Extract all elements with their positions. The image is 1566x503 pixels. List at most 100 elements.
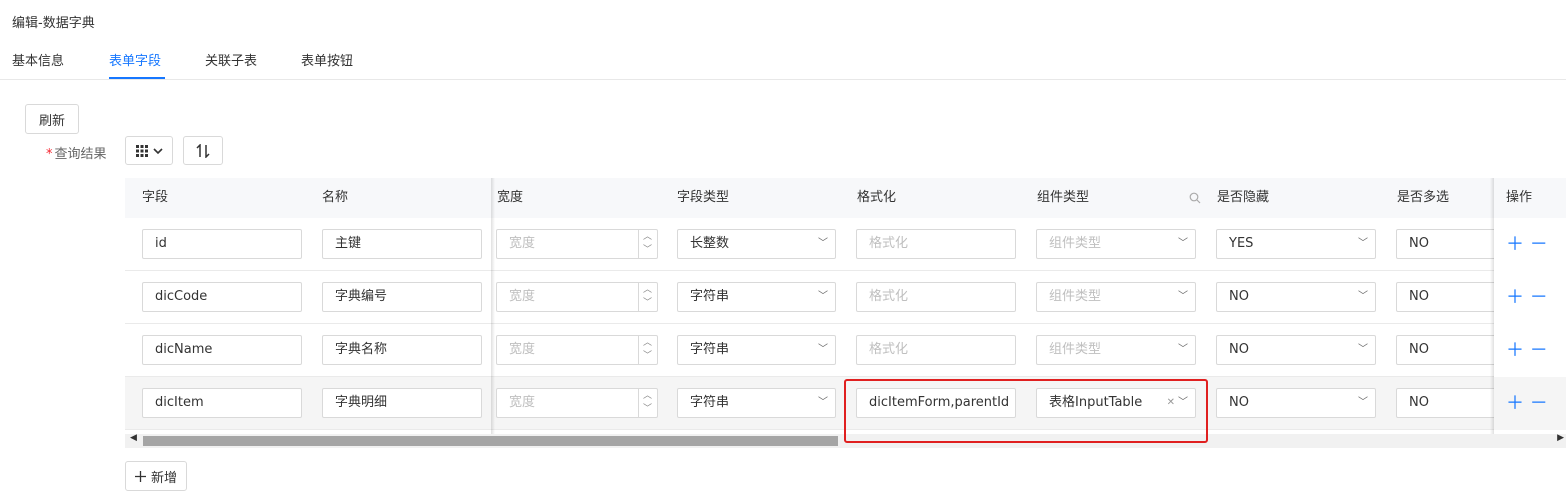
add-row-button[interactable]: 新增 [125,461,187,491]
query-result-text: 查询结果 [54,147,107,162]
field-input[interactable]: dicItem [142,388,302,418]
plus-icon[interactable]: ＋ [1506,340,1524,361]
hidden-select[interactable]: NO ﹀ [1216,335,1376,365]
name-input[interactable]: 字典编号 [322,282,482,312]
header-width: 宽度 [497,190,524,205]
width-stepper[interactable]: 宽度 ︿ ﹀ [496,229,658,259]
header-format: 格式化 [857,190,897,205]
tab-bar: 基本信息 表单字段 关联子表 表单按钮 [0,42,1566,80]
fixed-column-shadow [491,178,495,436]
multi-select[interactable]: NO [1396,282,1496,312]
field-type-select[interactable]: 字符串 ﹀ [677,282,836,312]
multi-value: NO [1409,289,1429,304]
component-placeholder: 组件类型 [1049,289,1102,304]
width-placeholder: 宽度 [509,395,536,410]
name-input[interactable]: 主键 [322,229,482,259]
refresh-button[interactable]: 刷新 [25,104,79,134]
field-type-select[interactable]: 字符串 ﹀ [677,388,836,418]
name-input[interactable]: 字典名称 [322,335,482,365]
refresh-label: 刷新 [38,113,65,129]
hidden-select[interactable]: NO ﹀ [1216,388,1376,418]
row-actions: ＋ － [1494,271,1566,324]
hidden-value: YES [1229,236,1254,251]
component-placeholder: 组件类型 [1049,342,1102,357]
hidden-select[interactable]: NO ﹀ [1216,282,1376,312]
width-stepper[interactable]: 宽度 ︿ ﹀ [496,388,658,418]
header-name: 名称 [322,190,349,205]
component-type-select[interactable]: 组件类型 ﹀ [1036,282,1196,312]
multi-value: NO [1409,395,1429,410]
row-actions: ＋ － [1494,218,1566,271]
hidden-value: NO [1229,289,1249,304]
component-type-select[interactable]: 组件类型 ﹀ [1036,335,1196,365]
tab-form-fields[interactable]: 表单字段 [109,50,161,69]
scroll-left-icon[interactable]: ◀ [130,433,137,443]
minus-icon[interactable]: － [1530,287,1548,308]
add-row-label: 新增 [150,470,177,486]
sort-button[interactable] [183,136,223,165]
page-title: 编辑-数据字典 [12,16,95,31]
width-stepper[interactable]: 宽度 ︿ ﹀ [496,282,658,312]
stepper-arrows-icon[interactable]: ︿ ﹀ [638,230,657,258]
row-actions: ＋ － [1494,324,1566,377]
component-placeholder: 组件类型 [1049,236,1102,251]
format-input[interactable]: 格式化 [856,282,1016,312]
minus-icon[interactable]: － [1530,234,1548,255]
scrollbar-thumb[interactable] [143,436,838,446]
column-settings-button[interactable] [125,136,173,165]
query-result-label: * 查询结果 [46,143,107,162]
hidden-value: NO [1229,342,1249,357]
header-hidden: 是否隐藏 [1217,190,1270,205]
scroll-right-icon[interactable]: ▶ [1557,433,1564,443]
multi-value: NO [1409,236,1429,251]
tab-related-subtables[interactable]: 关联子表 [205,50,257,69]
format-input[interactable]: 格式化 [856,229,1016,259]
field-type-value: 长整数 [690,236,730,251]
format-input[interactable]: 格式化 [856,335,1016,365]
grid-icon [135,144,148,157]
table-row: id 主键 宽度 ︿ ﹀ 长整数 ﹀ 格式化 组件类型 ﹀ YES ﹀ NO ＋ － [125,218,1566,271]
minus-icon[interactable]: － [1530,340,1548,361]
chevron-down-icon: ﹀ [818,291,828,302]
multi-select[interactable]: NO [1396,335,1496,365]
plus-icon[interactable]: ＋ [1506,287,1524,308]
field-input[interactable]: id [142,229,302,259]
minus-icon[interactable]: － [1530,393,1548,414]
plus-icon[interactable]: ＋ [1506,234,1524,255]
component-type-select[interactable]: 组件类型 ﹀ [1036,229,1196,259]
table-header: 字段 名称 宽度 字段类型 格式化 组件类型 是否隐藏 是否多选 操作 [125,178,1566,218]
format-placeholder: 格式化 [869,236,909,251]
header-actions: 操作 [1494,178,1566,218]
highlight-annotation-box [844,379,1208,443]
stepper-arrows-icon[interactable]: ︿ ﹀ [638,283,657,311]
name-input[interactable]: 字典明细 [322,388,482,418]
field-type-value: 字符串 [690,395,730,410]
field-type-select[interactable]: 字符串 ﹀ [677,335,836,365]
header-multi: 是否多选 [1397,190,1450,205]
width-placeholder: 宽度 [509,289,536,304]
stepper-arrows-icon[interactable]: ︿ ﹀ [638,336,657,364]
tab-basic-info[interactable]: 基本信息 [12,50,64,69]
chevron-down-icon: ﹀ [818,238,828,249]
field-type-select[interactable]: 长整数 ﹀ [677,229,836,259]
chevron-down-icon: ﹀ [1358,397,1368,408]
chevron-down-icon: ﹀ [1358,238,1368,249]
table-row: dicName 字典名称 宽度 ︿ ﹀ 字符串 ﹀ 格式化 组件类型 ﹀ NO ﹀ NO … [125,324,1566,377]
table-row: dicCode 字典编号 宽度 ︿ ﹀ 字符串 ﹀ 格式化 组件类型 ﹀ NO ﹀ NO … [125,271,1566,324]
stepper-arrows-icon[interactable]: ︿ ﹀ [638,389,657,417]
multi-value: NO [1409,342,1429,357]
chevron-down-icon: ﹀ [1178,344,1188,355]
width-stepper[interactable]: 宽度 ︿ ﹀ [496,335,658,365]
chevron-down-icon: ﹀ [1178,291,1188,302]
chevron-down-icon [152,147,163,154]
multi-select[interactable]: NO [1396,229,1496,259]
field-input[interactable]: dicCode [142,282,302,312]
tab-form-buttons[interactable]: 表单按钮 [301,50,353,69]
chevron-down-icon: ﹀ [1358,344,1368,355]
plus-icon[interactable]: ＋ [1506,393,1524,414]
multi-select[interactable]: NO [1396,388,1496,418]
hidden-select[interactable]: YES ﹀ [1216,229,1376,259]
field-input[interactable]: dicName [142,335,302,365]
plus-icon [134,470,146,482]
fixed-column-shadow [1490,178,1494,436]
